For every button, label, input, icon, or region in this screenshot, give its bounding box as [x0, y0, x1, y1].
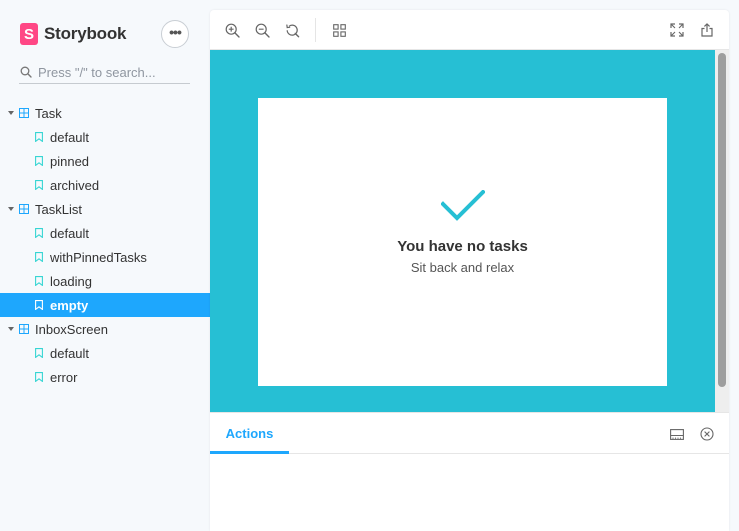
addons-panel: Actions: [210, 412, 729, 531]
component-inboxscreen[interactable]: InboxScreen: [0, 317, 210, 341]
scrollbar[interactable]: [715, 50, 729, 412]
share-icon: [701, 23, 713, 37]
caret-down-icon: [8, 327, 14, 331]
story-inbox-error[interactable]: error: [0, 365, 210, 389]
zoom-out-button[interactable]: [253, 21, 271, 39]
story-tree: Task default pinned archived TaskList de…: [0, 101, 210, 389]
checkmark-icon: [441, 190, 485, 221]
story-tasklist-default[interactable]: default: [0, 221, 210, 245]
story-label: empty: [50, 297, 89, 313]
search-bar: [19, 61, 190, 84]
zoom-in-button[interactable]: [223, 21, 241, 39]
bookmark-icon: [35, 276, 43, 286]
empty-state-title: You have no tasks: [397, 238, 528, 255]
scrollbar-thumb[interactable]: [718, 53, 726, 387]
component-label: TaskList: [35, 201, 82, 217]
toolbar: [210, 10, 729, 50]
brand[interactable]: S Storybook: [20, 22, 126, 46]
story-inbox-default[interactable]: default: [0, 341, 210, 365]
story-label: archived: [50, 177, 100, 193]
component-tasklist[interactable]: TaskList: [0, 197, 210, 221]
story-task-default[interactable]: default: [0, 125, 210, 149]
story-label: withPinnedTasks: [50, 249, 147, 265]
bookmark-icon: [35, 300, 43, 310]
story-tasklist-loading[interactable]: loading: [0, 269, 210, 293]
zoom-in-icon: [225, 23, 240, 38]
component-label: InboxScreen: [35, 321, 108, 337]
bookmark-icon: [35, 228, 43, 238]
caret-down-icon: [8, 111, 14, 115]
bookmark-icon: [35, 348, 43, 358]
component-task[interactable]: Task: [0, 101, 210, 125]
toolbar-divider: [315, 18, 316, 42]
preview-canvas: You have no tasks Sit back and relax: [210, 50, 729, 412]
story-label: pinned: [50, 153, 90, 169]
story-task-archived[interactable]: archived: [0, 173, 210, 197]
zoom-reset-button[interactable]: [283, 21, 301, 39]
story-label: default: [50, 225, 90, 241]
zoom-out-icon: [255, 23, 270, 38]
close-panel-button[interactable]: [699, 426, 715, 442]
search-icon: [20, 66, 32, 78]
bookmark-icon: [35, 252, 43, 262]
story-label: default: [50, 129, 90, 145]
search-input[interactable]: [38, 64, 188, 80]
empty-state-subtitle: Sit back and relax: [410, 260, 515, 275]
component-icon: [19, 324, 29, 334]
story-label: default: [50, 345, 90, 361]
caret-down-icon: [8, 207, 14, 211]
story-task-pinned[interactable]: pinned: [0, 149, 210, 173]
component-label: Task: [35, 105, 62, 121]
fullscreen-icon: [670, 23, 684, 37]
component-icon: [19, 108, 29, 118]
share-button[interactable]: [698, 21, 716, 39]
panel-layout-icon: [670, 428, 684, 440]
bookmark-icon: [35, 180, 43, 190]
bookmark-icon: [35, 132, 43, 142]
empty-state-card: You have no tasks Sit back and relax: [258, 98, 667, 386]
grid-toggle-button[interactable]: [330, 21, 348, 39]
bookmark-icon: [35, 156, 43, 166]
ellipsis-icon: •••: [169, 23, 182, 40]
panel-orientation-button[interactable]: [669, 426, 685, 442]
fullscreen-button[interactable]: [668, 21, 686, 39]
story-label: loading: [50, 273, 92, 289]
bookmark-icon: [35, 372, 43, 382]
tab-actions[interactable]: Actions: [210, 413, 289, 454]
grid-icon: [332, 23, 346, 37]
story-tasklist-withpinnedtasks[interactable]: withPinnedTasks: [0, 245, 210, 269]
storybook-logo-icon: S: [20, 23, 38, 45]
addon-tabbar: Actions: [210, 413, 729, 454]
preview-panel: You have no tasks Sit back and relax Act…: [210, 10, 729, 531]
story-label: error: [50, 369, 78, 385]
brand-name: Storybook: [44, 24, 127, 43]
sidebar: S Storybook ••• Task default pinned arch…: [0, 0, 210, 531]
story-tasklist-empty[interactable]: empty: [0, 293, 210, 317]
component-icon: [19, 204, 29, 214]
close-icon: [700, 427, 714, 441]
menu-button[interactable]: •••: [161, 20, 189, 48]
zoom-reset-icon: [285, 24, 299, 38]
